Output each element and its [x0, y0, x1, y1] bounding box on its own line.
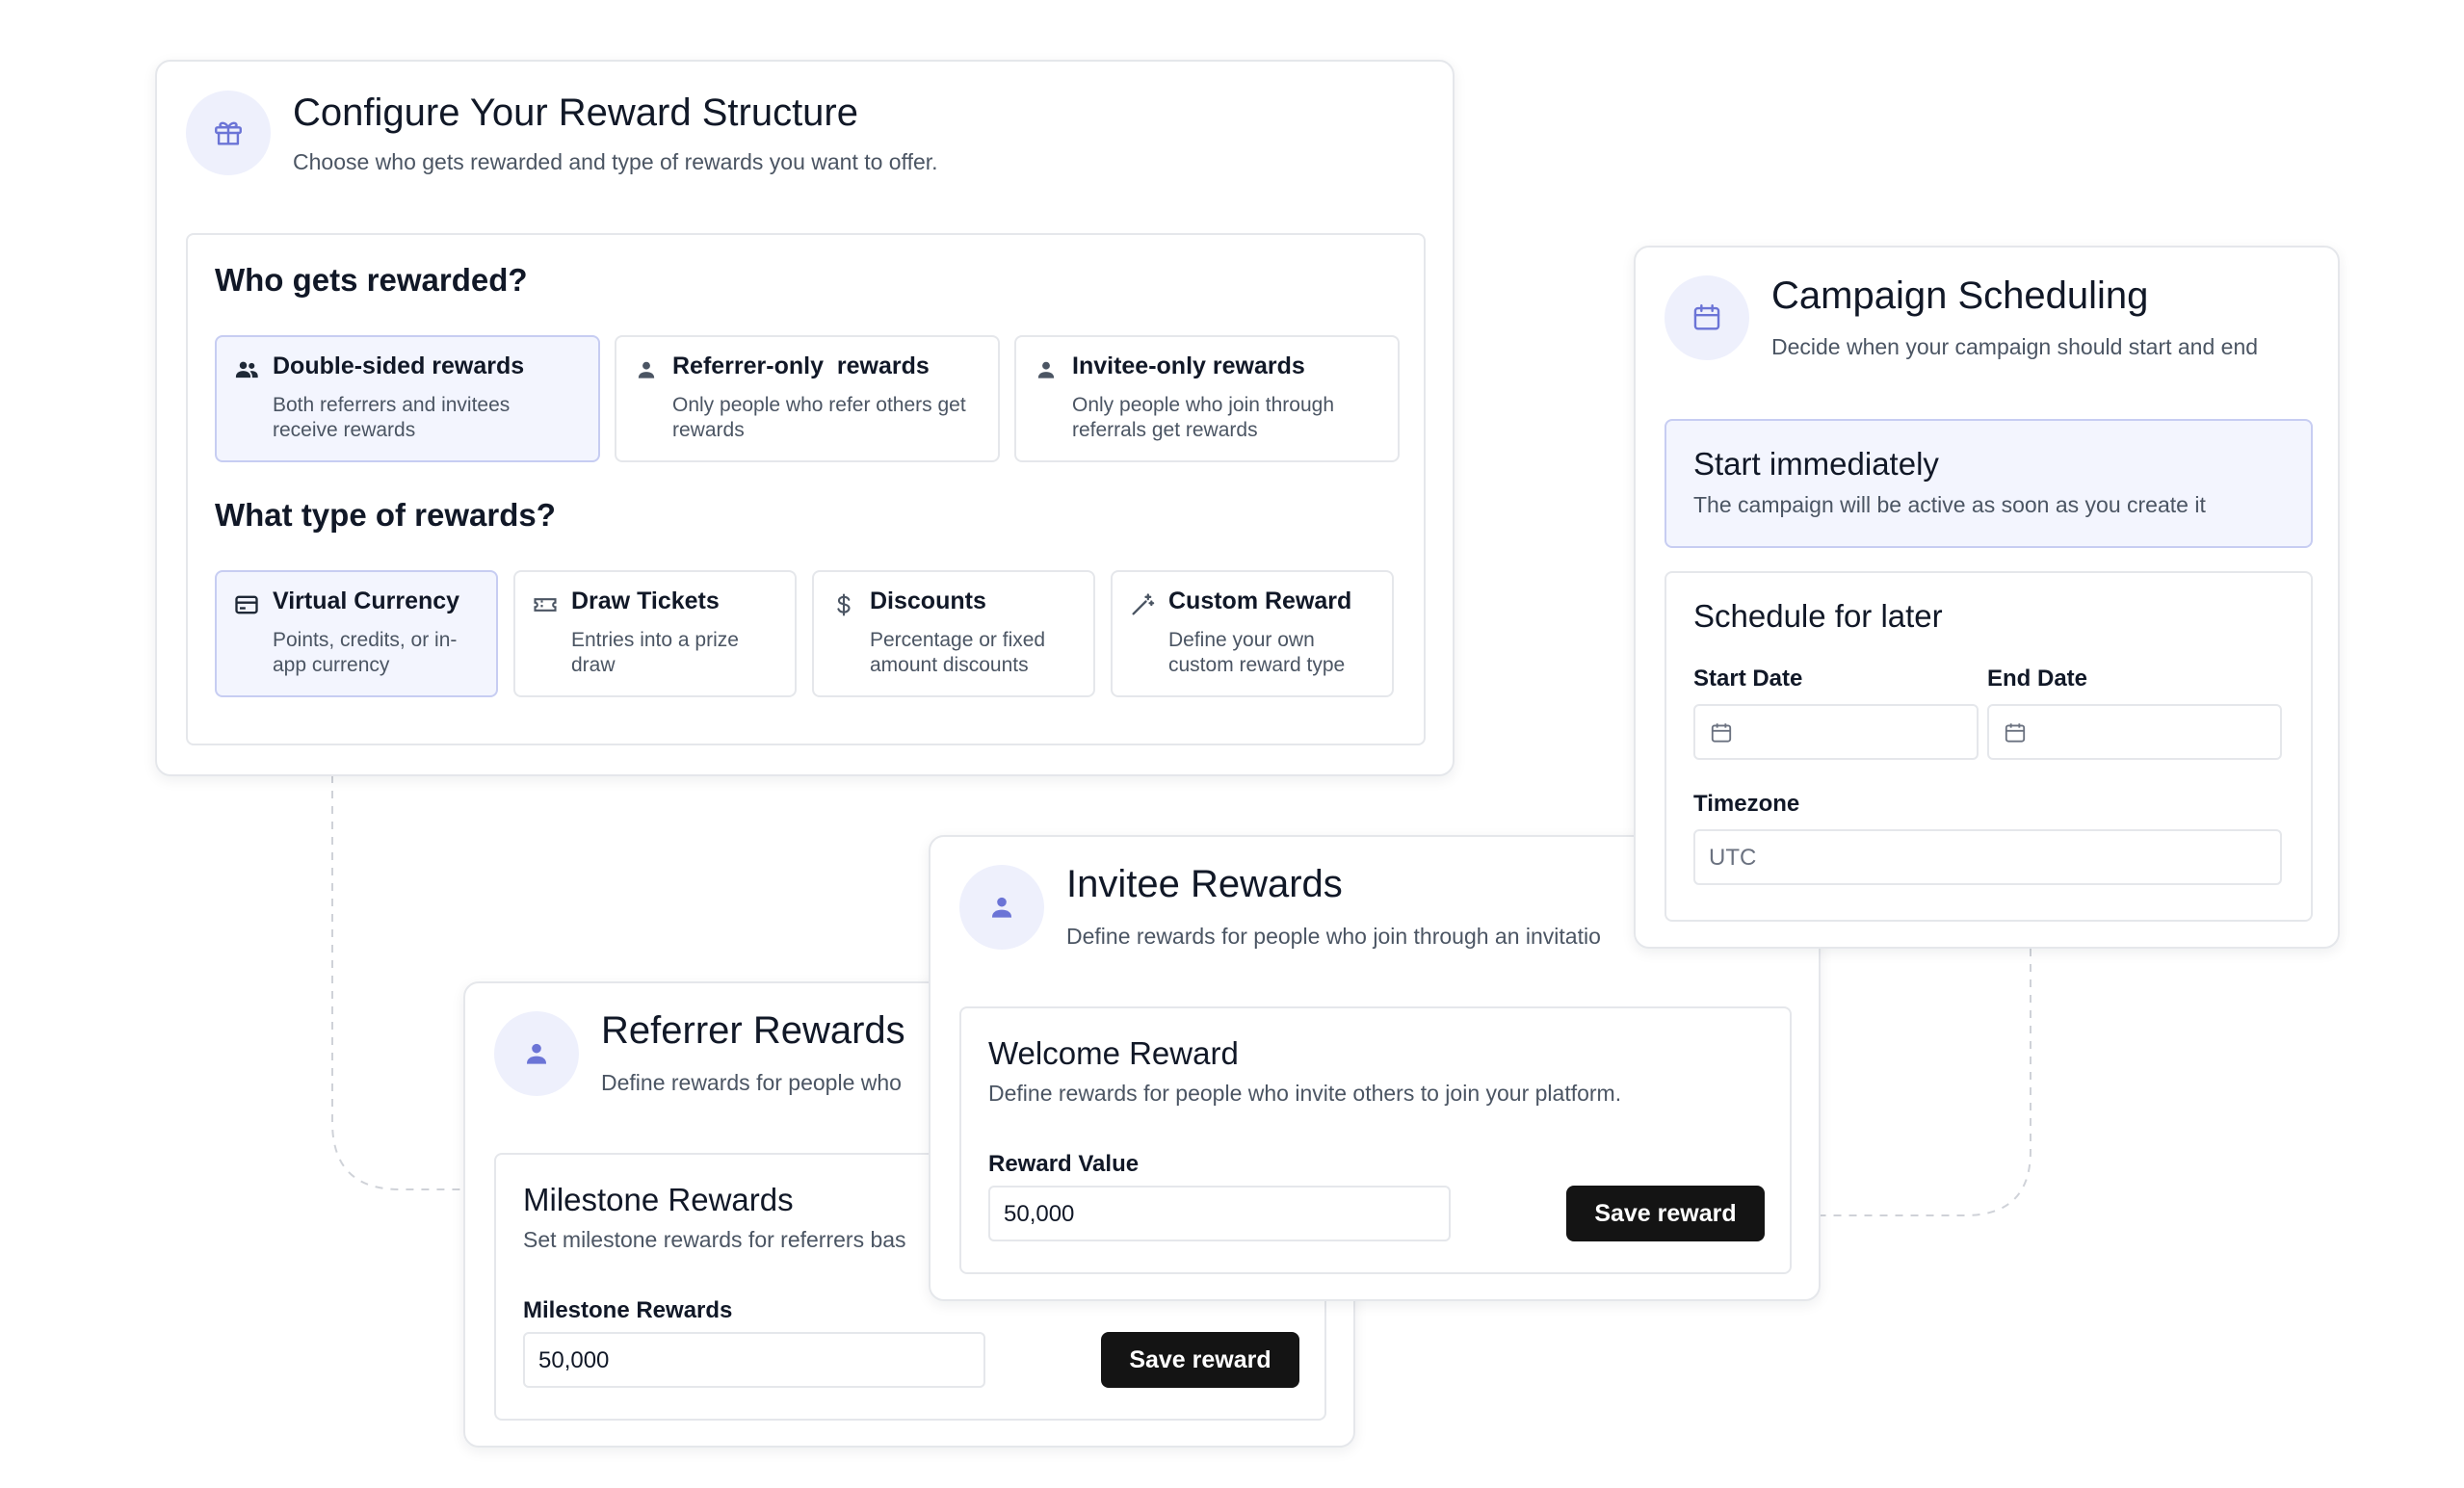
option-custom-reward[interactable]: Custom Reward Define your own custom rew… [1111, 570, 1394, 697]
option-referrer-only[interactable]: Referrer-only rewards Only people who re… [615, 335, 1000, 462]
end-date-label: End Date [1987, 666, 2088, 692]
option-invitee-only[interactable]: Invitee-only rewards Only people who joi… [1014, 335, 1400, 462]
milestone-field-label: Milestone Rewards [523, 1297, 733, 1323]
invitee-icon-circle [959, 865, 1044, 950]
schedule-later-option[interactable]: Schedule for later Start Date End Date T… [1665, 571, 2313, 922]
timezone-input-value: UTC [1709, 845, 1757, 871]
option-discounts[interactable]: Discounts Percentage or fixed amount dis… [812, 570, 1095, 697]
option-desc: Percentage or fixed amount discounts [870, 629, 1046, 676]
milestone-input[interactable]: 50,000 [523, 1332, 985, 1388]
option-virtual-currency[interactable]: Virtual Currency Points, credits, or in-… [215, 570, 498, 697]
start-immediately-option[interactable]: Start immediately The campaign will be a… [1665, 419, 2313, 548]
end-date-input[interactable] [1987, 704, 2282, 760]
option-title: Discounts [870, 587, 986, 614]
option-title: Virtual Currency [273, 587, 460, 614]
referrer-save-button[interactable]: Save reward [1101, 1332, 1299, 1388]
campaign-scheduling-card: Campaign Scheduling Decide when your cam… [1634, 246, 2340, 949]
reward-value-label: Reward Value [988, 1151, 1140, 1177]
welcome-title: Welcome Reward [988, 1035, 1239, 1071]
who-heading: Who gets rewarded? [215, 262, 528, 298]
ticket-icon [531, 590, 560, 619]
dollar-icon [829, 590, 858, 619]
option-title: Invitee-only rewards [1072, 352, 1305, 379]
reward-structure-subtitle: Choose who gets rewarded and type of rew… [293, 149, 938, 174]
scheduling-icon-circle [1665, 275, 1749, 360]
reward-value-input[interactable]: 50,000 [988, 1186, 1451, 1241]
user-icon [992, 897, 1011, 918]
reward-structure-icon-circle [186, 91, 271, 175]
scheduling-title: Campaign Scheduling [1771, 274, 2149, 317]
timezone-label: Timezone [1693, 791, 1800, 817]
reward-value-input-value: 50,000 [1004, 1201, 1075, 1227]
start-date-label: Start Date [1693, 666, 1803, 692]
scheduling-subtitle: Decide when your campaign should start a… [1771, 334, 2259, 359]
option-double-sided[interactable]: Double-sided rewards Both referrers and … [215, 335, 600, 462]
invitee-save-button[interactable]: Save reward [1566, 1186, 1765, 1241]
start-immediately-desc: The campaign will be active as soon as y… [1693, 492, 2206, 517]
user-icon [632, 355, 661, 384]
referrer-title: Referrer Rewards [601, 1009, 905, 1052]
option-title: Custom Reward [1168, 587, 1352, 614]
option-title: Referrer-only rewards [672, 352, 930, 379]
user-icon [1032, 355, 1061, 384]
option-desc: Only people who join through referrals g… [1072, 394, 1335, 441]
calendar-icon [1693, 304, 1720, 330]
card-icon [232, 590, 261, 619]
start-immediately-title: Start immediately [1693, 446, 1939, 482]
calendar-icon [1711, 723, 1732, 743]
option-title: Draw Tickets [571, 587, 720, 614]
wand-icon [1128, 590, 1157, 619]
invitee-subtitle: Define rewards for people who join throu… [1066, 924, 1601, 949]
invitee-title: Invitee Rewards [1066, 863, 1343, 905]
start-date-input[interactable] [1693, 704, 1979, 760]
milestone-desc: Set milestone rewards for referrers bas [523, 1227, 906, 1252]
gift-icon [215, 121, 242, 145]
option-desc: Only people who refer others get rewards [672, 394, 966, 441]
welcome-desc: Define rewards for people who invite oth… [988, 1081, 1622, 1106]
reward-structure-title: Configure Your Reward Structure [293, 91, 858, 134]
welcome-section: Welcome Reward Define rewards for people… [959, 1006, 1792, 1274]
milestone-input-value: 50,000 [538, 1347, 610, 1373]
calendar-icon [2005, 723, 2026, 743]
schedule-later-title: Schedule for later [1693, 598, 1943, 634]
option-desc: Points, credits, or in-app currency [273, 629, 458, 676]
milestone-title: Milestone Rewards [523, 1182, 794, 1217]
option-title: Double-sided rewards [273, 352, 525, 379]
option-desc: Define your own custom reward type [1168, 629, 1346, 676]
timezone-input[interactable]: UTC [1693, 829, 2282, 885]
reward-structure-card: Configure Your Reward Structure Choose w… [155, 60, 1455, 776]
referrer-subtitle: Define rewards for people who [601, 1070, 902, 1095]
option-desc: Both referrers and invitees receive rewa… [273, 394, 511, 441]
referrer-icon-circle [494, 1011, 579, 1096]
user-icon [527, 1043, 546, 1064]
type-heading: What type of rewards? [215, 497, 556, 533]
option-draw-tickets[interactable]: Draw Tickets Entries into a prize draw [513, 570, 797, 697]
users-icon [232, 355, 261, 384]
option-desc: Entries into a prize draw [571, 629, 739, 676]
reward-options-panel: Who gets rewarded? Double-sided rewards … [186, 233, 1426, 745]
